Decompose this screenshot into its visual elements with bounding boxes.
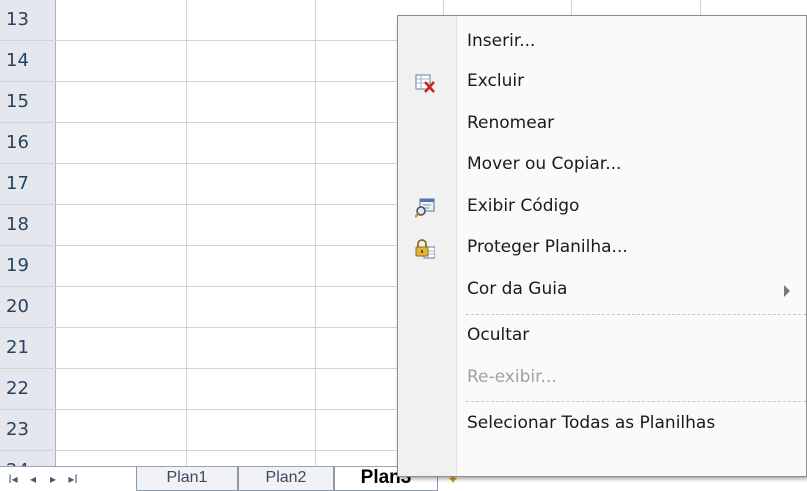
menu-item-label: Proteger Planilha... — [467, 237, 628, 257]
menu-item-label: Inserir... — [467, 31, 536, 51]
delete-sheet-icon — [415, 74, 435, 93]
first-sheet-button[interactable]: I◂ — [4, 470, 22, 488]
sheet-tab-plan1[interactable]: Plan1 — [136, 467, 238, 491]
menu-item-insert[interactable]: Inserir... — [398, 24, 806, 62]
row-header-22[interactable]: 22 — [0, 369, 56, 409]
row-header-23[interactable]: 23 — [0, 410, 56, 450]
row-header-20[interactable]: 20 — [0, 287, 56, 327]
sheet-tab-plan2[interactable]: Plan2 — [238, 467, 334, 491]
menu-item-unhide: Re-exibir... — [398, 360, 806, 398]
menu-separator — [466, 401, 806, 402]
row-header-21[interactable]: 21 — [0, 328, 56, 368]
protect-sheet-icon — [415, 239, 435, 259]
menu-separator — [466, 314, 806, 315]
menu-item-label: Cor da Guia — [467, 279, 568, 299]
sheet-context-menu: Inserir... Excluir Renomear Mover ou Cop… — [397, 15, 807, 477]
menu-item-hide[interactable]: Ocultar — [398, 318, 806, 356]
row-header-14[interactable]: 14 — [0, 41, 56, 81]
menu-item-protect-sheet[interactable]: Proteger Planilha... — [398, 230, 806, 268]
row-header-13[interactable]: 13 — [0, 0, 56, 40]
menu-item-label: Selecionar Todas as Planilhas — [467, 413, 716, 433]
menu-item-rename[interactable]: Renomear — [398, 106, 806, 144]
menu-item-label: Exibir Código — [467, 196, 580, 216]
view-code-icon — [415, 198, 435, 218]
menu-item-tab-color[interactable]: Cor da Guia — [398, 272, 806, 310]
menu-item-delete[interactable]: Excluir — [398, 64, 806, 102]
menu-item-label: Excluir — [467, 71, 525, 91]
row-header-17[interactable]: 17 — [0, 164, 56, 204]
row-header-18[interactable]: 18 — [0, 205, 56, 245]
next-sheet-button[interactable]: ▸ — [44, 470, 62, 488]
menu-item-label: Ocultar — [467, 325, 530, 345]
row-header-15[interactable]: 15 — [0, 82, 56, 122]
menu-item-label: Renomear — [467, 113, 555, 133]
prev-sheet-button[interactable]: ◂ — [24, 470, 42, 488]
row-header-16[interactable]: 16 — [0, 123, 56, 163]
submenu-arrow-icon — [784, 285, 790, 297]
menu-item-select-all-sheets[interactable]: Selecionar Todas as Planilhas — [398, 406, 806, 444]
menu-item-view-code[interactable]: Exibir Código — [398, 189, 806, 227]
menu-item-label: Mover ou Copiar... — [467, 154, 622, 174]
last-sheet-button[interactable]: ▸I — [64, 470, 82, 488]
row-header-19[interactable]: 19 — [0, 246, 56, 286]
menu-item-move-copy[interactable]: Mover ou Copiar... — [398, 147, 806, 185]
row-header-24[interactable]: 24 — [0, 451, 56, 466]
menu-item-label: Re-exibir... — [467, 367, 557, 387]
